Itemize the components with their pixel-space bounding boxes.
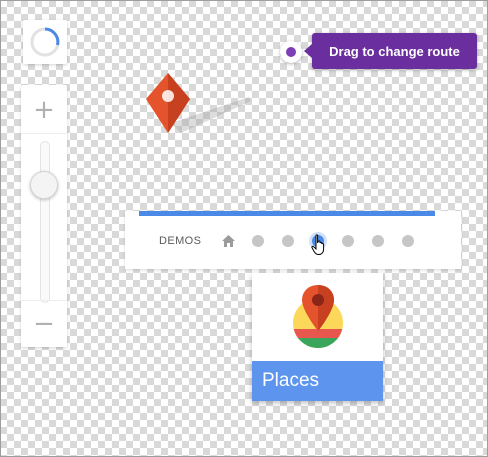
marker-icon <box>146 73 251 133</box>
demo-dot-1[interactable] <box>252 235 264 247</box>
places-card[interactable]: Places <box>252 273 383 401</box>
map-marker[interactable] <box>141 71 251 146</box>
home-icon[interactable] <box>222 235 235 247</box>
zoom-slider-thumb[interactable] <box>30 171 58 199</box>
places-pin-icon <box>293 285 343 348</box>
demo-dot-4[interactable] <box>342 235 354 247</box>
demo-dot-2[interactable] <box>282 235 294 247</box>
spinner-icon <box>30 27 60 57</box>
route-tooltip: Drag to change route <box>304 33 477 69</box>
route-point-icon <box>286 47 296 57</box>
demos-bar: DEMOS <box>125 211 461 269</box>
zoom-out-button[interactable]: − <box>21 300 67 347</box>
demos-accent-bar <box>139 211 435 216</box>
loading-spinner <box>23 20 67 64</box>
pointer-cursor-icon <box>311 234 325 255</box>
demo-dot-5[interactable] <box>372 235 384 247</box>
zoom-control: + − <box>21 85 67 347</box>
places-card-title: Places <box>252 361 383 401</box>
zoom-slider-track[interactable] <box>40 141 50 303</box>
demo-dot-6[interactable] <box>402 235 414 247</box>
zoom-in-button[interactable]: + <box>21 87 67 134</box>
route-drag-handle[interactable] <box>280 41 302 63</box>
demos-label: DEMOS <box>159 235 202 247</box>
